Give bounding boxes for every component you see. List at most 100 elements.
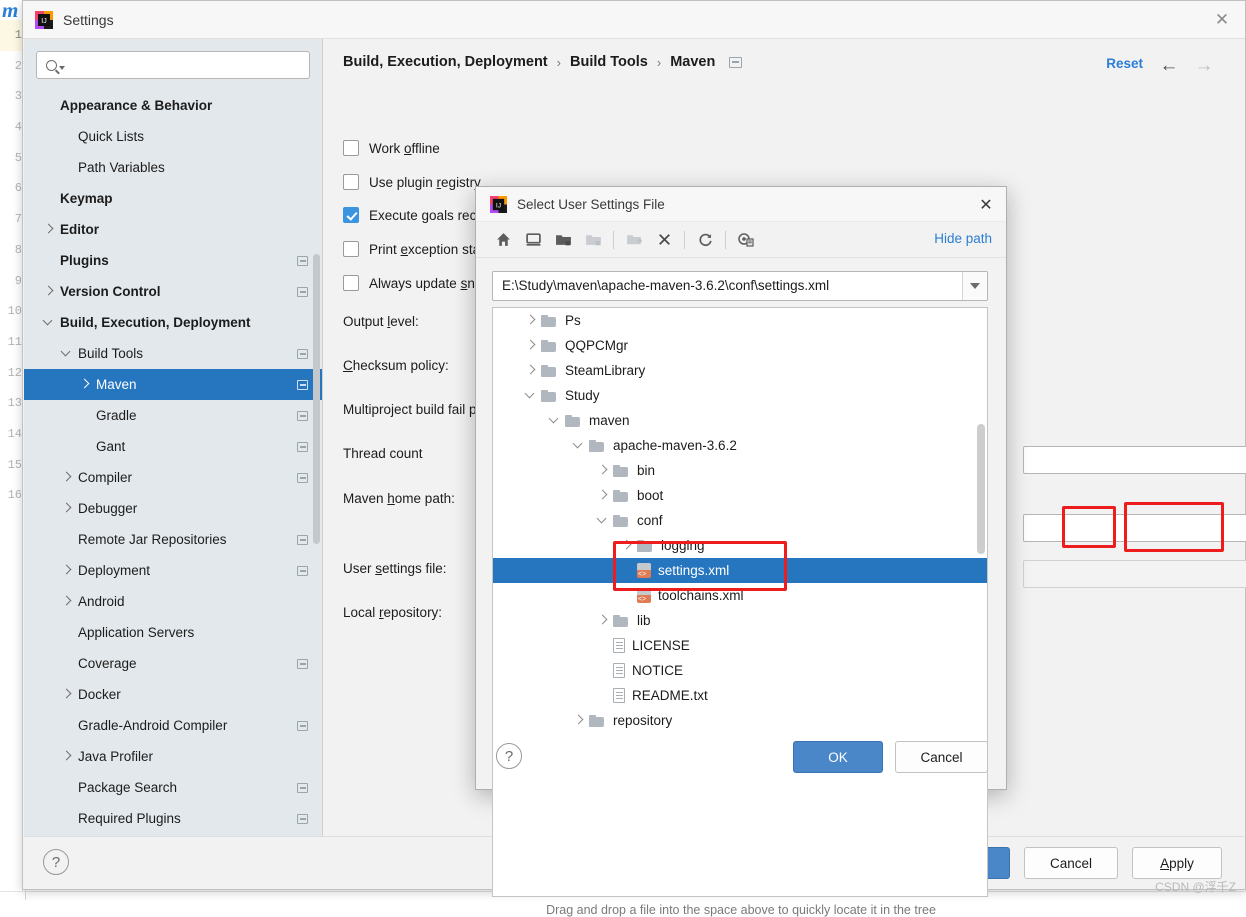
breadcrumb-item-2[interactable]: Maven (670, 54, 715, 70)
chevron-right-icon[interactable] (62, 690, 71, 699)
file-system-tree: PsQQPCMgrSteamLibraryStudymavenapache-ma… (492, 307, 988, 897)
chevron-right-icon[interactable] (62, 473, 71, 482)
show-hidden-files-icon[interactable] (731, 226, 761, 254)
chevron-right-icon[interactable] (597, 490, 608, 501)
reset-button[interactable]: Reset (1106, 56, 1143, 71)
chevron-down-icon[interactable] (62, 349, 71, 358)
file-tree-item-boot[interactable]: boot (493, 483, 987, 508)
chevron-right-icon[interactable] (597, 615, 608, 626)
arrow-right-icon[interactable]: → (1191, 54, 1217, 78)
chevron-right-icon[interactable] (44, 225, 53, 234)
file-dialog-cancel-button[interactable]: Cancel (895, 741, 988, 773)
chevron-right-icon[interactable] (44, 287, 53, 296)
file-tree-item-logging[interactable]: logging (493, 533, 987, 558)
sidebar-item-keymap[interactable]: Keymap (24, 183, 322, 214)
project-folder-icon[interactable] (548, 226, 578, 254)
help-question-icon[interactable]: ? (43, 849, 69, 875)
file-tree-item-ps[interactable]: Ps (493, 308, 987, 333)
checkbox-input[interactable] (343, 174, 359, 190)
file-tree-item-toolchains.xml[interactable]: toolchains.xml (493, 583, 987, 608)
settings-cancel-button[interactable]: Cancel (1024, 847, 1118, 879)
chevron-down-icon[interactable] (962, 272, 987, 300)
chevron-right-icon[interactable] (573, 715, 584, 726)
breadcrumb-item-1[interactable]: Build Tools (570, 54, 648, 70)
file-tree-item-settings.xml[interactable]: settings.xml (493, 558, 987, 583)
help-question-icon[interactable]: ? (496, 743, 522, 769)
checkbox-input[interactable] (343, 241, 359, 257)
sidebar-item-appearance-behavior[interactable]: Appearance & Behavior (24, 90, 322, 121)
chevron-right-icon[interactable] (525, 365, 536, 376)
chevron-right-icon[interactable] (80, 380, 89, 389)
sidebar-scrollbar[interactable] (313, 254, 320, 544)
desktop-icon[interactable] (518, 226, 548, 254)
close-icon[interactable]: ✕ (974, 193, 998, 217)
file-path-combo[interactable]: E:\Study\maven\apache-maven-3.6.2\conf\s… (492, 271, 988, 301)
chevron-down-icon[interactable] (549, 415, 560, 426)
delete-icon[interactable] (649, 226, 679, 254)
sidebar-item-compiler[interactable]: Compiler (24, 462, 322, 493)
file-dialog-ok-button[interactable]: OK (793, 741, 883, 773)
file-tree-scrollbar[interactable] (977, 424, 985, 554)
refresh-icon[interactable] (690, 226, 720, 254)
breadcrumb-item-0[interactable]: Build, Execution, Deployment (343, 54, 548, 70)
arrow-left-icon[interactable]: ← (1156, 54, 1182, 78)
checkbox-input[interactable] (343, 140, 359, 156)
file-tree-item-study[interactable]: Study (493, 383, 987, 408)
file-tree-item-conf[interactable]: conf (493, 508, 987, 533)
sidebar-item-build-tools[interactable]: Build Tools (24, 338, 322, 369)
file-tree-item-license[interactable]: LICENSE (493, 633, 987, 658)
sidebar-item-maven[interactable]: Maven (24, 369, 322, 400)
sidebar-item-docker[interactable]: Docker (24, 679, 322, 710)
checkbox-input[interactable] (343, 275, 359, 291)
search-input[interactable] (65, 52, 309, 78)
chevron-down-icon[interactable] (597, 515, 608, 526)
sidebar-item-gradle[interactable]: Gradle (24, 400, 322, 431)
file-tree-item-bin[interactable]: bin (493, 458, 987, 483)
file-tree-item-steamlibrary[interactable]: SteamLibrary (493, 358, 987, 383)
sidebar-item-deployment[interactable]: Deployment (24, 555, 322, 586)
chevron-right-icon[interactable] (621, 540, 632, 551)
sidebar-item-package-search[interactable]: Package Search (24, 772, 322, 803)
user-settings-file-input[interactable] (1023, 514, 1246, 542)
sidebar-item-application-servers[interactable]: Application Servers (24, 617, 322, 648)
sidebar-item-build-execution-deployment[interactable]: Build, Execution, Deployment (24, 307, 322, 338)
file-tree-item-qqpcmgr[interactable]: QQPCMgr (493, 333, 987, 358)
chevron-right-icon[interactable] (62, 752, 71, 761)
hide-path-link[interactable]: Hide path (934, 231, 992, 246)
sidebar-item-quick-lists[interactable]: Quick Lists (24, 121, 322, 152)
chevron-right-icon[interactable] (597, 465, 608, 476)
chevron-down-icon[interactable] (44, 318, 53, 327)
sidebar-item-path-variables[interactable]: Path Variables (24, 152, 322, 183)
file-tree-item-apache-maven-3.6.2[interactable]: apache-maven-3.6.2 (493, 433, 987, 458)
sidebar-item-coverage[interactable]: Coverage (24, 648, 322, 679)
sidebar-item-android[interactable]: Android (24, 586, 322, 617)
settings-apply-button[interactable]: Apply (1132, 847, 1222, 879)
chevron-right-icon[interactable] (62, 597, 71, 606)
sidebar-item-gant[interactable]: Gant (24, 431, 322, 462)
file-tree-item-notice[interactable]: NOTICE (493, 658, 987, 683)
sidebar-item-required-plugins[interactable]: Required Plugins (24, 803, 322, 834)
sidebar-item-gradle-android-compiler[interactable]: Gradle-Android Compiler (24, 710, 322, 741)
search-box[interactable] (36, 51, 310, 79)
checkbox-input[interactable] (343, 207, 359, 223)
sidebar-item-plugins[interactable]: Plugins (24, 245, 322, 276)
checkbox-work-offline[interactable]: Work offline (343, 140, 440, 156)
sidebar-item-debugger[interactable]: Debugger (24, 493, 322, 524)
sidebar-item-remote-jar-repositories[interactable]: Remote Jar Repositories (24, 524, 322, 555)
close-icon[interactable]: ✕ (1199, 1, 1245, 38)
maven-home-path-combo[interactable] (1023, 446, 1246, 474)
home-icon[interactable] (488, 226, 518, 254)
file-tree-item-lib[interactable]: lib (493, 608, 987, 633)
file-tree-item-readme.txt[interactable]: README.txt (493, 683, 987, 708)
sidebar-item-editor[interactable]: Editor (24, 214, 322, 245)
chevron-right-icon[interactable] (62, 504, 71, 513)
sidebar-item-version-control[interactable]: Version Control (24, 276, 322, 307)
chevron-right-icon[interactable] (525, 340, 536, 351)
chevron-down-icon[interactable] (525, 390, 536, 401)
chevron-right-icon[interactable] (525, 315, 536, 326)
file-tree-item-maven[interactable]: maven (493, 408, 987, 433)
chevron-down-icon[interactable] (573, 440, 584, 451)
chevron-right-icon[interactable] (62, 566, 71, 575)
sidebar-item-java-profiler[interactable]: Java Profiler (24, 741, 322, 772)
checkbox-use-plugin-registry[interactable]: Use plugin registry (343, 174, 481, 190)
